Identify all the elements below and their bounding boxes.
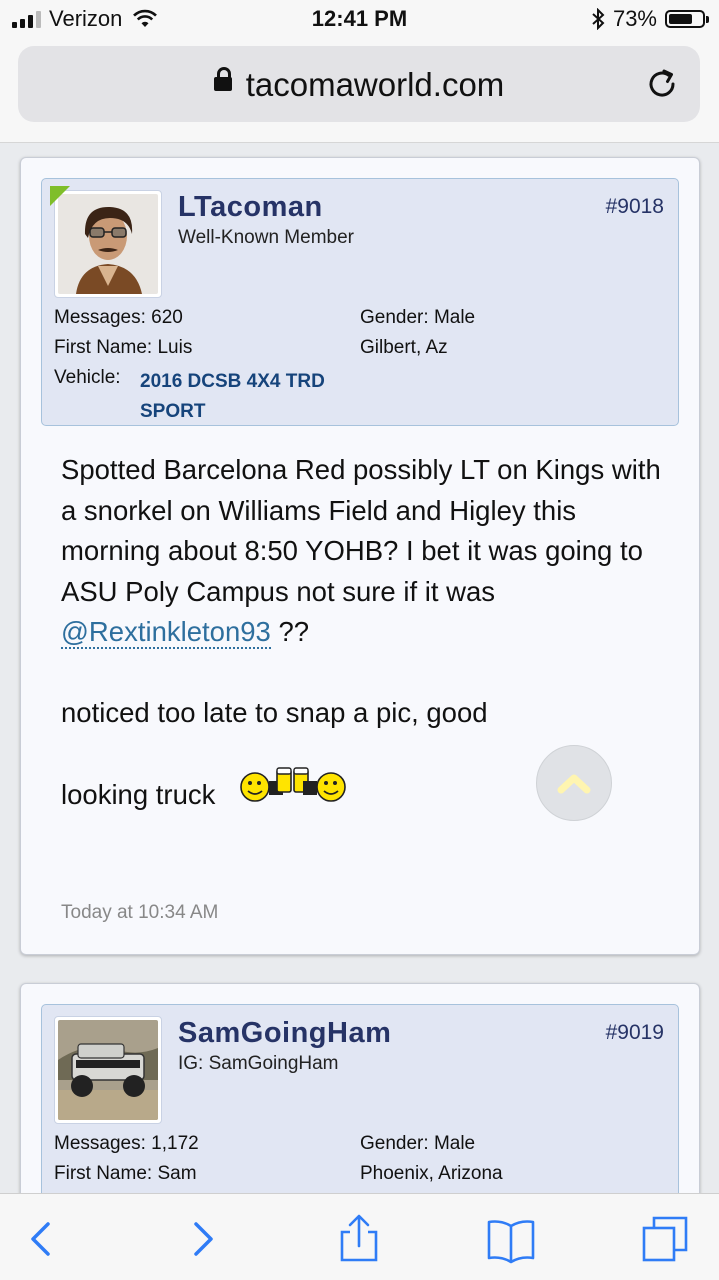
online-indicator (50, 186, 70, 206)
beer-cheers-smiley-icon (237, 765, 349, 817)
gender-stat: Gender: Male (360, 307, 475, 329)
battery-percent: 73% (612, 6, 657, 31)
first-name-label: First Name: (54, 1163, 153, 1184)
gender-stat: Gender: Male (360, 1133, 475, 1155)
url-display[interactable]: tacomaworld.com (18, 66, 700, 104)
messages-value: 1,172 (151, 1133, 199, 1154)
username[interactable]: SamGoingHam (178, 1017, 391, 1050)
messages-value: 620 (151, 307, 183, 328)
messages-label: Messages: (54, 1133, 146, 1154)
post-number[interactable]: #9019 (606, 1021, 664, 1045)
message-line: noticed too late to snap a pic, good (61, 696, 488, 728)
message-line: looking truck (61, 779, 216, 811)
first-name-value: Luis (157, 337, 193, 358)
messages-stat: Messages: 1,172 (54, 1133, 199, 1155)
share-icon[interactable] (334, 1214, 384, 1264)
browser-toolbar (0, 1193, 719, 1280)
bookmarks-icon[interactable] (486, 1214, 536, 1264)
gender-value: Male (433, 307, 476, 328)
lock-icon (213, 67, 232, 92)
post-timestamp[interactable]: Today at 10:34 AM (61, 902, 218, 924)
status-bar: Verizon 12:41 PM 73% (0, 0, 719, 40)
location: Phoenix, Arizona (360, 1163, 503, 1184)
url-text: tacomaworld.com (245, 66, 505, 103)
battery-icon (665, 10, 709, 28)
scroll-to-top-button[interactable] (536, 745, 612, 821)
avatar-image (58, 194, 158, 294)
bluetooth-icon (592, 8, 605, 30)
message-text-end: ?? (270, 616, 310, 647)
user-mention-link[interactable]: @Rextinkleton93 (61, 616, 271, 649)
avatar-image (58, 1020, 158, 1120)
chevron-up-icon (557, 774, 591, 794)
reload-icon[interactable] (644, 66, 680, 102)
messages-label: Messages: (54, 307, 146, 328)
avatar[interactable] (54, 190, 162, 298)
first-name-stat: First Name: Sam (54, 1163, 197, 1185)
messages-stat: Messages: 620 (54, 307, 183, 329)
vehicle-label: Vehicle: (54, 367, 121, 388)
vehicle-link[interactable]: 2016 DCSB 4X4 TRD SPORT (140, 367, 370, 427)
first-name-label: First Name: (54, 337, 153, 358)
user-title: Well-Known Member (178, 227, 354, 248)
gender-value: Male (433, 1133, 476, 1154)
browser-header: tacomaworld.com (0, 40, 719, 143)
post-9018: LTacoman Well-Known Member #9018 Message… (20, 157, 700, 955)
first-name-value: Sam (157, 1163, 197, 1184)
back-icon[interactable] (16, 1214, 66, 1264)
gender-label: Gender: (360, 307, 429, 328)
location: Gilbert, Az (360, 337, 448, 358)
post-number[interactable]: #9018 (606, 195, 664, 219)
tabs-icon[interactable] (640, 1214, 690, 1264)
gender-label: Gender: (360, 1133, 429, 1154)
avatar[interactable] (54, 1016, 162, 1124)
user-info-block: LTacoman Well-Known Member #9018 Message… (41, 178, 679, 426)
status-right: 73% (591, 6, 709, 32)
message-text: Spotted Barcelona Red possibly LT on Kin… (61, 454, 661, 607)
address-bar[interactable]: tacomaworld.com (18, 46, 700, 122)
username[interactable]: LTacoman (178, 191, 323, 224)
user-title: IG: SamGoingHam (178, 1053, 339, 1074)
forward-icon[interactable] (178, 1214, 228, 1264)
first-name-stat: First Name: Luis (54, 337, 192, 359)
